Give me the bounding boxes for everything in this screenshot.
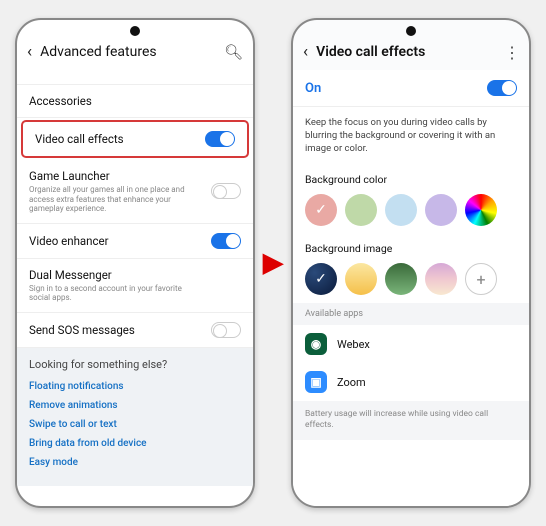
link-floating-notifications[interactable]: Floating notifications — [29, 377, 241, 396]
toggle-master[interactable] — [487, 80, 517, 96]
page-title: Video call effects — [316, 44, 496, 60]
page-title: Advanced features — [40, 44, 216, 60]
bg-color-pink[interactable] — [305, 194, 337, 226]
toggle-send-sos[interactable] — [211, 322, 241, 338]
bg-image-navy[interactable] — [305, 263, 337, 295]
bg-image-landscape[interactable] — [385, 263, 417, 295]
toggle-game-launcher[interactable] — [211, 183, 241, 199]
camera-notch — [130, 26, 140, 36]
more-icon[interactable]: ⋮ — [504, 43, 519, 62]
toggle-video-enhancer[interactable] — [211, 233, 241, 249]
truncated-row — [17, 70, 253, 85]
bg-image-options: + — [293, 259, 529, 303]
on-label: On — [305, 81, 321, 96]
toggle-video-call-effects[interactable] — [205, 131, 235, 147]
bg-color-green[interactable] — [345, 194, 377, 226]
link-remove-animations[interactable]: Remove animations — [29, 396, 241, 415]
bg-image-label: Background image — [293, 234, 529, 259]
row-accessories[interactable]: Accessories — [17, 85, 253, 118]
link-swipe-call-text[interactable]: Swipe to call or text — [29, 415, 241, 434]
zoom-icon: ▣ — [305, 371, 327, 393]
app-zoom[interactable]: ▣ Zoom — [293, 363, 529, 401]
bg-color-blue[interactable] — [385, 194, 417, 226]
available-apps-label: Available apps — [293, 303, 529, 325]
footer-heading: Looking for something else? — [29, 358, 241, 371]
effects-content: On Keep the focus on you during video ca… — [293, 70, 529, 506]
bg-image-sunset[interactable] — [425, 263, 457, 295]
link-easy-mode[interactable]: Easy mode — [29, 453, 241, 472]
search-icon[interactable]: 🔍︎ — [224, 43, 243, 61]
bg-color-rainbow[interactable] — [465, 194, 497, 226]
bg-color-options — [293, 190, 529, 234]
back-icon[interactable]: ‹ — [27, 42, 32, 62]
bg-color-purple[interactable] — [425, 194, 457, 226]
master-toggle-row[interactable]: On — [293, 70, 529, 107]
row-video-call-effects[interactable]: Video call effects — [21, 120, 249, 158]
phone-left: ‹ Advanced features 🔍︎ Accessories Video… — [15, 18, 255, 508]
back-icon[interactable]: ‹ — [303, 42, 308, 62]
phone-right: ‹ Video call effects ⋮ On Keep the focus… — [291, 18, 531, 508]
webex-icon: ◉ — [305, 333, 327, 355]
bg-color-label: Background color — [293, 165, 529, 190]
battery-note: Battery usage will increase while using … — [293, 401, 529, 439]
row-dual-messenger[interactable]: Dual Messenger Sign in to a second accou… — [17, 259, 253, 313]
app-webex[interactable]: ◉ Webex — [293, 325, 529, 363]
row-video-enhancer[interactable]: Video enhancer — [17, 224, 253, 259]
description-text: Keep the focus on you during video calls… — [293, 107, 529, 165]
camera-notch — [406, 26, 416, 36]
arrow-right-icon: ▶ — [263, 248, 283, 278]
row-send-sos[interactable]: Send SOS messages — [17, 313, 253, 348]
row-game-launcher[interactable]: Game Launcher Organize all your games al… — [17, 160, 253, 224]
bg-image-add[interactable]: + — [465, 263, 497, 295]
link-bring-data[interactable]: Bring data from old device — [29, 434, 241, 453]
bg-image-goldfish[interactable] — [345, 263, 377, 295]
footer-section: Looking for something else? Floating not… — [17, 348, 253, 486]
settings-list: Accessories Video call effects Game Laun… — [17, 70, 253, 506]
